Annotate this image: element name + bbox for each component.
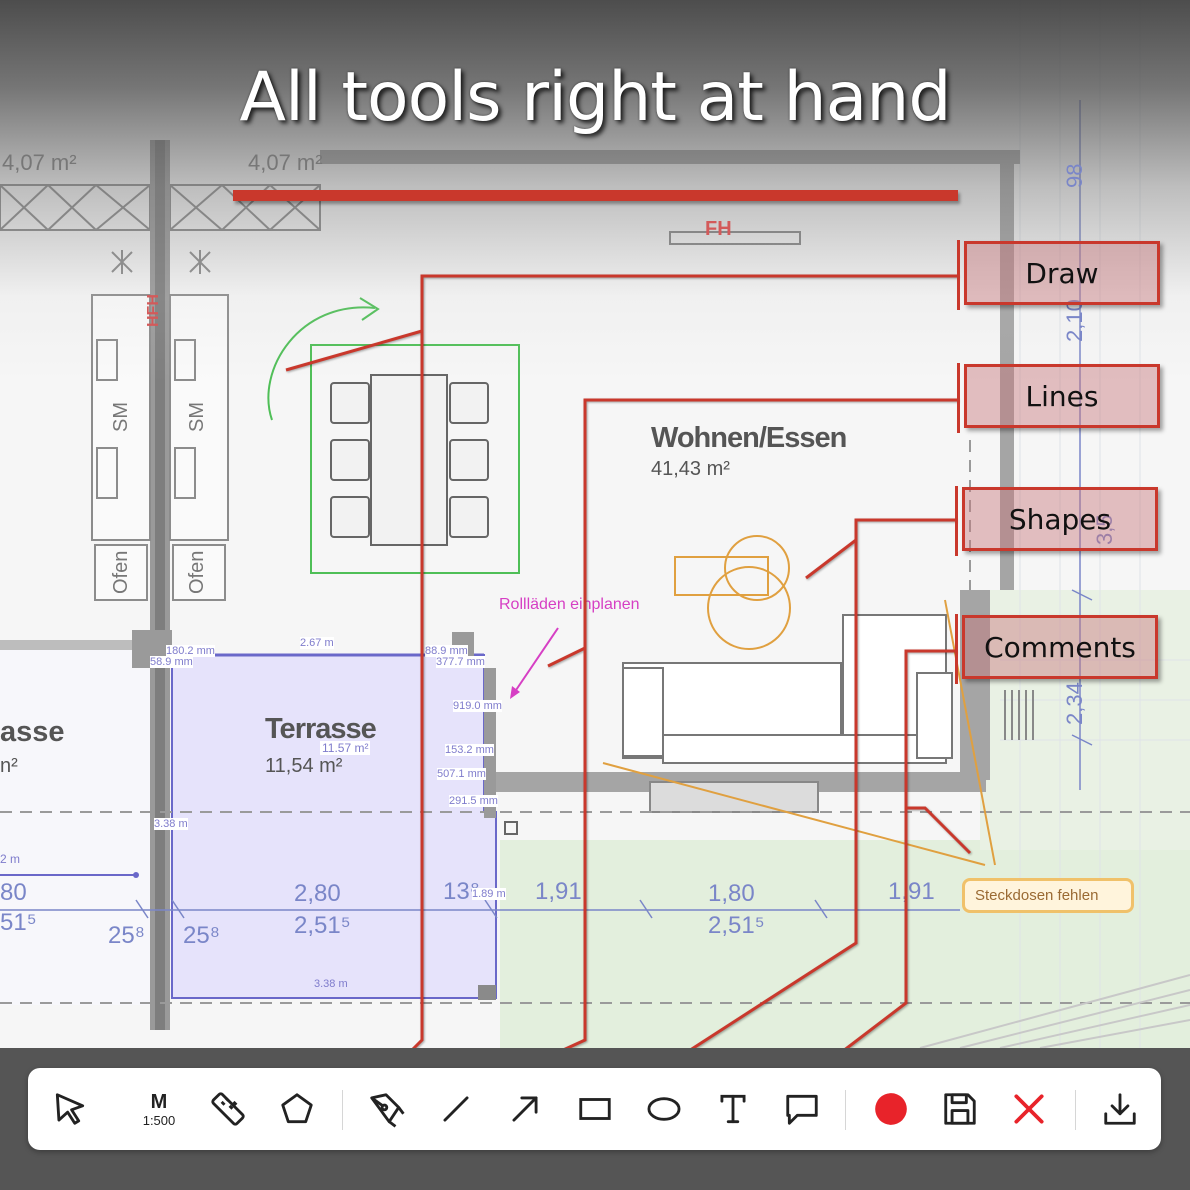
dim-label: 2,34 (1062, 682, 1087, 725)
toolbar-separator (342, 1090, 343, 1130)
dim-row-item: 1,91 (888, 878, 935, 905)
callout-draw: Draw (957, 240, 1160, 310)
ellipse-tool-button[interactable] (639, 1084, 689, 1134)
dim-row-item: 25⁸ (108, 922, 145, 949)
save-icon (944, 1093, 976, 1125)
headline: All tools right at hand (239, 58, 951, 137)
close-icon (1014, 1094, 1044, 1124)
dim-row-item: 80 51⁵ (0, 879, 37, 936)
terrace-area: 11,54 m² (265, 755, 343, 777)
ruler-icon (211, 1092, 245, 1126)
left-room-name: asse (0, 716, 65, 748)
comment-note[interactable]: Steckdosen fehlen (962, 878, 1134, 913)
draw-tool-button[interactable] (361, 1084, 411, 1134)
note-pink[interactable]: Rollläden einplanen (499, 596, 640, 614)
measurement-label: 377.7 mm (436, 656, 485, 668)
area-label: 4,07 m² (2, 150, 77, 175)
floor-plan-canvas[interactable] (0, 0, 1190, 1190)
save-button[interactable] (935, 1084, 985, 1134)
pentagon-icon (281, 1093, 313, 1124)
comment-icon (786, 1094, 818, 1125)
comment-tool-button[interactable] (777, 1084, 827, 1134)
callout-comments: Comments (955, 614, 1158, 684)
callout-lines: Lines (957, 363, 1160, 433)
dim-label: 2,10 (1062, 299, 1087, 342)
fh-label: FH (705, 218, 732, 240)
toolbar-separator (1075, 1090, 1076, 1130)
dim-row-item: 1,91 (535, 878, 582, 905)
line-tool-button[interactable] (431, 1084, 481, 1134)
room-area: 41,43 m² (651, 458, 730, 480)
dim-row-item: 1,80 2,51⁵ (708, 880, 765, 939)
measurement-label: 2 m (0, 852, 21, 866)
arrow-tool-button[interactable] (500, 1084, 550, 1134)
ofen-label: Ofen (186, 550, 208, 594)
floor-plan-editor: 4,07 m² 4,07 m² FH HFH SM SM Ofen Ofen W… (0, 0, 1190, 1190)
left-room-area: n² (0, 755, 18, 777)
measurement-label: 291.5 mm (449, 795, 498, 807)
measurement-label: 58.9 mm (150, 656, 193, 668)
sm-label: SM (186, 402, 208, 432)
measurement-label: 507.1 mm (437, 768, 486, 780)
close-button[interactable] (1004, 1084, 1054, 1134)
headline-underline (233, 190, 958, 201)
scale-label: M (150, 1090, 168, 1113)
scale-tool-button[interactable]: M 1:500 (134, 1084, 184, 1134)
dim-row-item: 2,80 2,51⁵ (294, 880, 351, 939)
download-icon (1104, 1093, 1136, 1125)
toolbar: M 1:500 (28, 1068, 1161, 1150)
rectangle-tool-button[interactable] (570, 1084, 620, 1134)
measurement-label: 3.38 m (314, 978, 348, 990)
measurement-label: 2.67 m (300, 637, 334, 649)
hfh-label: HFH (145, 294, 162, 327)
measure-tool-button[interactable] (203, 1084, 253, 1134)
sm-label: SM (110, 402, 132, 432)
measurement-label: 1.89 m (472, 888, 506, 900)
measurement-label: 3.38 m (154, 818, 188, 830)
download-button[interactable] (1095, 1084, 1145, 1134)
cursor-icon (55, 1093, 85, 1125)
select-tool-button[interactable] (45, 1084, 95, 1134)
area-label: 4,07 m² (248, 150, 323, 175)
toolbar-separator (845, 1090, 846, 1130)
scale-value: 1:500 (142, 1112, 176, 1128)
callout-shapes: Shapes (955, 486, 1158, 556)
rectangle-icon (579, 1098, 611, 1120)
text-icon (720, 1094, 746, 1124)
ellipse-icon (647, 1097, 681, 1121)
arrow-icon (512, 1096, 538, 1122)
measurement-label: 919.0 mm (453, 700, 502, 712)
measurement-label: 153.2 mm (445, 744, 494, 756)
line-icon (443, 1096, 469, 1122)
area-tool-button[interactable] (272, 1084, 322, 1134)
dim-label: 98 (1062, 163, 1087, 188)
terrace-area-measured: 11.57 m² (320, 741, 371, 755)
color-picker-button[interactable] (866, 1084, 916, 1134)
text-tool-button[interactable] (708, 1084, 758, 1134)
pen-icon (370, 1093, 405, 1128)
ofen-label: Ofen (110, 550, 132, 594)
dim-row-item: 25⁸ (183, 922, 220, 949)
room-name: Wohnen/Essen (651, 422, 847, 454)
color-dot-icon (875, 1093, 907, 1125)
